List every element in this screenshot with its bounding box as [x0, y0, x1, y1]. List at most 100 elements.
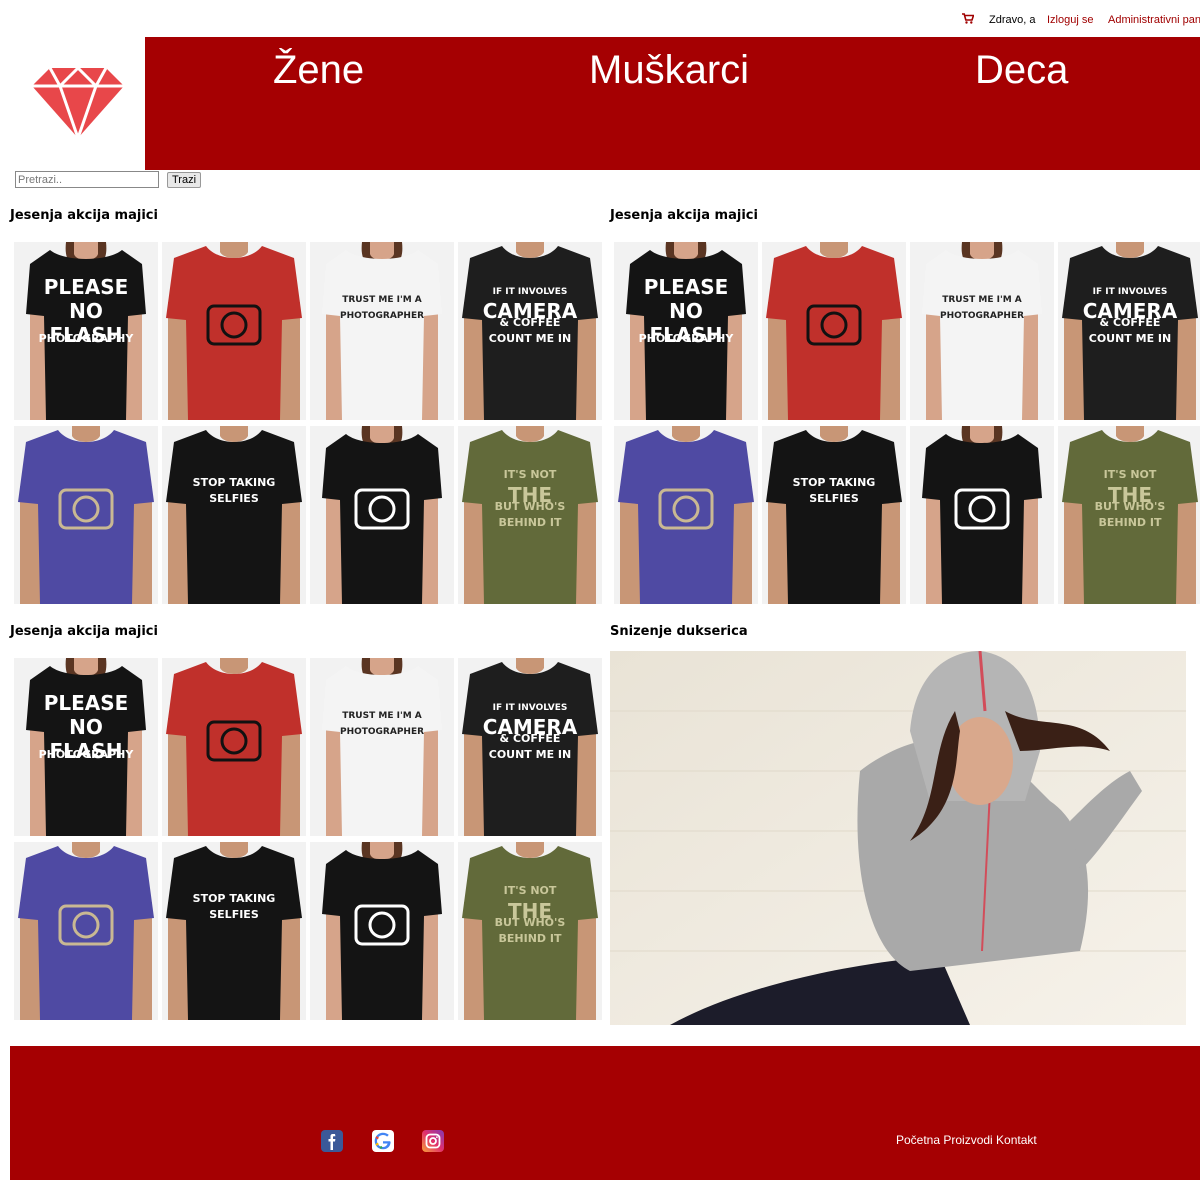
- tshirt-image: PLEASENOFLASHPHOTOGRAPHY: [14, 658, 158, 836]
- footer-links[interactable]: Početna Proizvodi Kontakt: [896, 1133, 1037, 1147]
- admin-panel-link[interactable]: Administrativni pane: [1108, 14, 1200, 26]
- tshirt-image: [614, 426, 758, 604]
- tshirt-print-text: IT'S NOT: [504, 468, 557, 481]
- tshirt-print-text: COUNT ME IN: [489, 332, 571, 345]
- tshirt-print-text: SELFIES: [809, 492, 859, 505]
- product-tile[interactable]: PLEASE NO FLASH PHOTOGRAPHY: [614, 242, 758, 420]
- product-tile[interactable]: [162, 658, 306, 836]
- tshirt-print-text: SELFIES: [209, 908, 259, 921]
- tshirt-print-text: PHOTOGRAPHY: [639, 332, 735, 345]
- product-tile[interactable]: TRUST ME I'M A PHOTOGRAPHER: [310, 658, 454, 836]
- tshirt-print-text: BUT WHO'S: [495, 916, 566, 929]
- tshirt-image: TRUST ME I'M A PHOTOGRAPHER: [310, 242, 454, 420]
- tshirt-image: IT'S NOTTHEBUT WHO'SBEHIND IT: [458, 426, 602, 604]
- product-tile[interactable]: STOP TAKING SELFIES: [162, 426, 306, 604]
- product-tile[interactable]: IF IT INVOLVES CAMERA & COFFEE COUNT ME IN: [458, 658, 602, 836]
- product-tile[interactable]: PLEASE NO FLASH PHOTOGRAPHY: [14, 658, 158, 836]
- tshirt-print-text: IT'S NOT: [1104, 468, 1157, 481]
- tshirt-print-text: TRUST ME I'M A: [342, 295, 422, 305]
- product-tile[interactable]: IT'S NOT THE BUT WHO'S BEHIND IT: [1058, 426, 1200, 604]
- tshirt-image: [310, 426, 454, 604]
- tshirt-print-text: TRUST ME I'M A: [342, 711, 422, 721]
- product-tile[interactable]: IT'S NOT THE BUT WHO'S BEHIND IT: [458, 842, 602, 1020]
- product-tile[interactable]: [14, 426, 158, 604]
- section-title: Jesenja akcija majici: [10, 208, 158, 223]
- nav-item-muskarci[interactable]: Muškarci: [589, 48, 749, 93]
- tshirt-image: PLEASENOFLASHPHOTOGRAPHY: [614, 242, 758, 420]
- tshirt-image: STOP TAKING SELFIES: [162, 842, 306, 1020]
- section-title: Jesenja akcija majici: [610, 208, 758, 223]
- product-tile[interactable]: IF IT INVOLVES CAMERA & COFFEE COUNT ME IN: [458, 242, 602, 420]
- tshirt-image: PLEASENOFLASHPHOTOGRAPHY: [14, 242, 158, 420]
- product-tile[interactable]: STOP TAKING SELFIES: [162, 842, 306, 1020]
- product-tile[interactable]: [614, 426, 758, 604]
- product-tile[interactable]: [910, 426, 1054, 604]
- tshirt-print-text: STOP TAKING: [793, 476, 876, 489]
- tshirt-print-text: NO: [69, 299, 103, 323]
- tshirt-print-text: PLEASE: [44, 691, 129, 715]
- tshirt-print-text: STOP TAKING: [193, 476, 276, 489]
- tshirt-image: [762, 242, 906, 420]
- nav-item-deca[interactable]: Deca: [975, 48, 1068, 93]
- tshirt-image: [310, 842, 454, 1020]
- tshirt-image: STOP TAKING SELFIES: [762, 426, 906, 604]
- product-tile[interactable]: TRUST ME I'M A PHOTOGRAPHER: [310, 242, 454, 420]
- product-grid: PLEASE NO FLASH PHOTOGRAPHY TRUST ME I'M A PH…: [14, 658, 606, 1022]
- tshirt-print-text: PHOTOGRAPHY: [39, 748, 135, 761]
- tshirt-print-text: BUT WHO'S: [1095, 500, 1166, 513]
- tshirt-print-text: IF IT INVOLVES: [493, 703, 568, 713]
- tshirt-print-text: PHOTOGRAPHER: [940, 311, 1024, 321]
- product-tile[interactable]: [310, 842, 454, 1020]
- tshirt-image: [910, 426, 1054, 604]
- tshirt-print-text: PLEASE: [644, 275, 729, 299]
- product-tile[interactable]: STOP TAKING SELFIES: [762, 426, 906, 604]
- product-tile[interactable]: TRUST ME I'M A PHOTOGRAPHER: [910, 242, 1054, 420]
- logout-link[interactable]: Izloguj se: [1047, 14, 1093, 26]
- tshirt-print-text: STOP TAKING: [193, 892, 276, 905]
- greeting-text: Zdravo, a: [989, 14, 1036, 26]
- section-title: Snizenje dukserica: [610, 624, 748, 639]
- product-tile[interactable]: [762, 242, 906, 420]
- search-input[interactable]: [15, 171, 159, 188]
- tshirt-print-text: COUNT ME IN: [1089, 332, 1171, 345]
- tshirt-print-text: & COFFEE: [1100, 316, 1161, 329]
- tshirt-print-text: NO: [69, 715, 103, 739]
- diamond-icon[interactable]: [30, 65, 126, 143]
- product-tile[interactable]: IF IT INVOLVES CAMERA & COFFEE COUNT ME IN: [1058, 242, 1200, 420]
- tshirt-image: [162, 658, 306, 836]
- nav-item-zene[interactable]: Žene: [273, 48, 364, 93]
- tshirt-print-text: IT'S NOT: [504, 884, 557, 897]
- main-nav: Žene Muškarci Deca: [145, 37, 1200, 170]
- tshirt-print-text: NO: [669, 299, 703, 323]
- tshirt-print-text: & COFFEE: [500, 316, 561, 329]
- product-tile[interactable]: [162, 242, 306, 420]
- google-icon[interactable]: [372, 1130, 394, 1152]
- tshirt-print-text: BEHIND IT: [1099, 516, 1162, 529]
- tshirt-print-text: BEHIND IT: [499, 932, 562, 945]
- tshirt-image: IT'S NOTTHEBUT WHO'SBEHIND IT: [1058, 426, 1200, 604]
- hoodie-promo-image[interactable]: [610, 651, 1186, 1025]
- instagram-icon[interactable]: [422, 1130, 444, 1152]
- tshirt-image: [14, 842, 158, 1020]
- tshirt-print-text: PLEASE: [44, 275, 129, 299]
- top-bar: Zdravo, a Izloguj se Administrativni pan…: [0, 12, 1200, 30]
- cart-icon[interactable]: [962, 13, 975, 27]
- tshirt-image: IF IT INVOLVESCAMERA& COFFEECOUNT ME IN: [458, 242, 602, 420]
- tshirt-print-text: SELFIES: [209, 492, 259, 505]
- tshirt-print-text: PHOTOGRAPHY: [39, 332, 135, 345]
- tshirt-print-text: IF IT INVOLVES: [1093, 287, 1168, 297]
- product-grid: PLEASE NO FLASH PHOTOGRAPHY TRUST ME I'M A PH…: [614, 242, 1200, 606]
- tshirt-print-text: & COFFEE: [500, 732, 561, 745]
- search-button[interactable]: Trazi: [167, 172, 202, 188]
- tshirt-image: IF IT INVOLVESCAMERA& COFFEECOUNT ME IN: [1058, 242, 1200, 420]
- tshirt-image: [162, 242, 306, 420]
- product-tile[interactable]: [310, 426, 454, 604]
- tshirt-print-text: PHOTOGRAPHER: [340, 727, 424, 737]
- tshirt-print-text: COUNT ME IN: [489, 748, 571, 761]
- product-tile[interactable]: IT'S NOT THE BUT WHO'S BEHIND IT: [458, 426, 602, 604]
- facebook-icon[interactable]: [321, 1130, 343, 1152]
- tshirt-print-text: PHOTOGRAPHER: [340, 311, 424, 321]
- product-tile[interactable]: [14, 842, 158, 1020]
- tshirt-print-text: BEHIND IT: [499, 516, 562, 529]
- product-tile[interactable]: PLEASE NO FLASH PHOTOGRAPHY: [14, 242, 158, 420]
